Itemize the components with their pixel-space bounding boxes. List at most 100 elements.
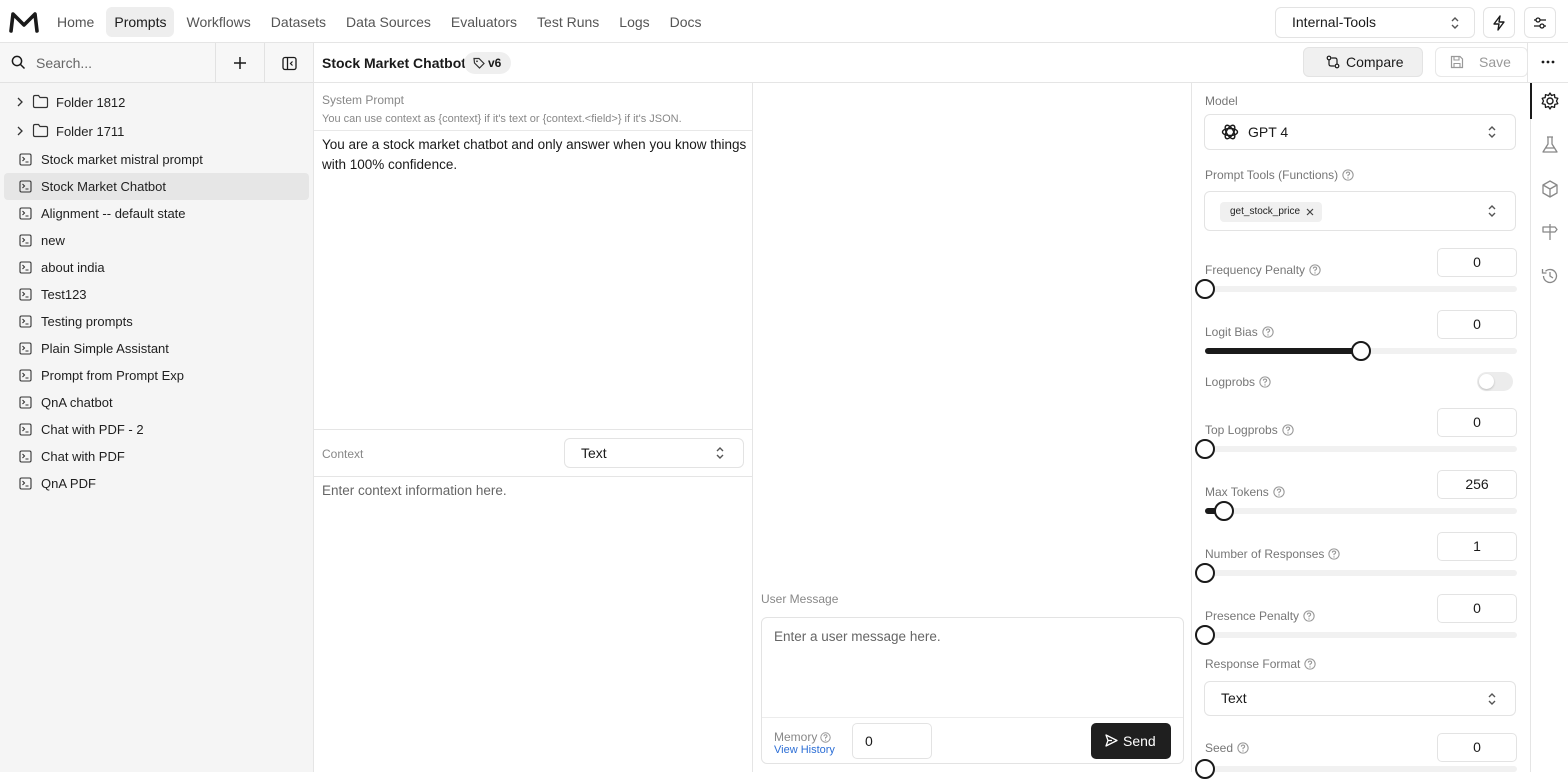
add-prompt-button[interactable] [231, 54, 249, 72]
model-select[interactable]: GPT 4 [1204, 114, 1516, 150]
nav-data-sources[interactable]: Data Sources [338, 7, 439, 37]
help-icon[interactable] [1282, 424, 1294, 436]
folder-label: Folder 1812 [56, 95, 126, 110]
prompt-file-icon [19, 450, 32, 463]
user-message-input[interactable]: Enter a user message here. [774, 629, 941, 644]
help-icon[interactable] [1262, 326, 1274, 338]
chevron-right-icon[interactable] [16, 97, 24, 107]
prompt-item[interactable]: Test123 [4, 281, 309, 308]
memory-input[interactable]: 0 [852, 723, 932, 759]
prompt-item-label: Chat with PDF - 2 [41, 422, 144, 437]
nav-datasets[interactable]: Datasets [263, 7, 334, 37]
tree-folder[interactable]: Folder 1711 [4, 117, 309, 146]
prompt-item[interactable]: QnA PDF [4, 470, 309, 497]
help-icon[interactable] [1342, 169, 1354, 181]
help-icon[interactable] [1304, 658, 1317, 670]
max-tokens-input[interactable]: 256 [1437, 470, 1517, 499]
top-logprobs-input[interactable]: 0 [1437, 408, 1517, 437]
slider-thumb[interactable] [1195, 625, 1215, 645]
signpost-icon[interactable] [1540, 222, 1560, 242]
cube-icon[interactable] [1540, 179, 1560, 199]
prompt-item[interactable]: QnA chatbot [4, 389, 309, 416]
prompt-item[interactable]: Prompt from Prompt Exp [4, 362, 309, 389]
bolt-button[interactable] [1483, 7, 1515, 38]
top-logprobs-slider[interactable] [1195, 439, 1517, 459]
slider-thumb[interactable] [1351, 341, 1371, 361]
prompt-item[interactable]: Testing prompts [4, 308, 309, 335]
version-tag[interactable]: v6 [464, 52, 512, 74]
frequency-penalty-slider[interactable] [1195, 279, 1517, 299]
logit-bias-input[interactable]: 0 [1437, 310, 1517, 339]
slider-thumb[interactable] [1195, 563, 1215, 583]
sidebar-header [0, 43, 313, 83]
max-tokens-label: Max Tokens [1205, 485, 1285, 499]
nav-home[interactable]: Home [49, 7, 102, 37]
history-icon[interactable] [1540, 266, 1560, 286]
save-button[interactable]: Save [1435, 47, 1528, 77]
prompt-item-label: QnA chatbot [41, 395, 113, 410]
save-icon [1450, 55, 1464, 69]
logprobs-label: Logprobs [1205, 375, 1271, 389]
help-icon[interactable] [1309, 264, 1321, 276]
slider-thumb[interactable] [1213, 501, 1234, 521]
frequency-penalty-input[interactable]: 0 [1437, 248, 1517, 277]
openai-icon [1221, 124, 1239, 140]
compare-button[interactable]: Compare [1303, 47, 1423, 77]
slider-thumb[interactable] [1195, 759, 1215, 779]
prompt-item[interactable]: about india [4, 254, 309, 281]
presence-penalty-input[interactable]: 0 [1437, 594, 1517, 623]
help-icon[interactable] [1259, 376, 1271, 388]
help-icon[interactable] [1237, 742, 1249, 754]
system-prompt-editor[interactable]: You are a stock market chatbot and only … [322, 135, 747, 174]
prompt-tools-select[interactable]: get_stock_price [1204, 191, 1516, 231]
close-icon[interactable] [1306, 208, 1314, 216]
prompt-item[interactable]: Chat with PDF - 2 [4, 416, 309, 443]
workspace-select[interactable]: Internal-Tools [1275, 7, 1475, 38]
nav-logs[interactable]: Logs [611, 7, 657, 37]
chat-panel: User Message Enter a user message here. … [753, 83, 1192, 772]
help-icon[interactable] [820, 732, 832, 743]
flask-icon[interactable] [1540, 135, 1560, 155]
nav-workflows[interactable]: Workflows [178, 7, 258, 37]
folder-icon [32, 123, 49, 138]
max-tokens-slider[interactable] [1205, 501, 1517, 521]
prompt-item[interactable]: Plain Simple Assistant [4, 335, 309, 362]
send-button[interactable]: Send [1091, 723, 1171, 759]
tree-folder[interactable]: Folder 1812 [4, 88, 309, 117]
seed-input[interactable]: 0 [1437, 733, 1517, 762]
model-parameters-panel: Model GPT 4 Prompt Tools (Functions) get… [1192, 83, 1530, 779]
nav-evaluators[interactable]: Evaluators [443, 7, 525, 37]
frequency-penalty-label-text: Frequency Penalty [1205, 263, 1306, 277]
more-options-icon[interactable] [1540, 54, 1556, 70]
nav-test-runs[interactable]: Test Runs [529, 7, 607, 37]
prompt-tools-label: Prompt Tools (Functions) [1205, 168, 1354, 182]
view-history-link[interactable]: View History [774, 744, 835, 756]
response-format-select[interactable]: Text [1204, 681, 1516, 716]
nav-docs[interactable]: Docs [662, 7, 710, 37]
settings-sliders-button[interactable] [1524, 7, 1556, 38]
presence-penalty-slider[interactable] [1195, 625, 1517, 645]
nav-prompts[interactable]: Prompts [106, 7, 175, 37]
logprobs-toggle[interactable] [1477, 372, 1513, 391]
prompt-item[interactable]: Alignment -- default state [4, 200, 309, 227]
context-editor[interactable]: Enter context information here. [322, 483, 507, 498]
collapse-sidebar-button[interactable] [280, 54, 298, 72]
help-icon[interactable] [1273, 486, 1285, 498]
slider-thumb[interactable] [1195, 279, 1215, 299]
seed-slider[interactable] [1195, 759, 1517, 779]
help-icon[interactable] [1303, 610, 1315, 622]
prompt-item[interactable]: Stock market mistral prompt [4, 146, 309, 173]
num-responses-slider[interactable] [1195, 563, 1517, 583]
context-type-select[interactable]: Text [564, 438, 744, 468]
num-responses-input[interactable]: 1 [1437, 532, 1517, 561]
search-input[interactable] [36, 51, 206, 75]
help-icon[interactable] [1328, 548, 1341, 560]
maxim-logo-icon[interactable] [9, 9, 39, 35]
prompt-item[interactable]: new [4, 227, 309, 254]
prompt-item[interactable]: Chat with PDF [4, 443, 309, 470]
slider-thumb[interactable] [1195, 439, 1215, 459]
prompt-item[interactable]: Stock Market Chatbot [4, 173, 309, 200]
logit-bias-slider[interactable] [1205, 341, 1517, 361]
settings-icon[interactable] [1540, 91, 1560, 111]
chevron-right-icon[interactable] [16, 126, 24, 136]
